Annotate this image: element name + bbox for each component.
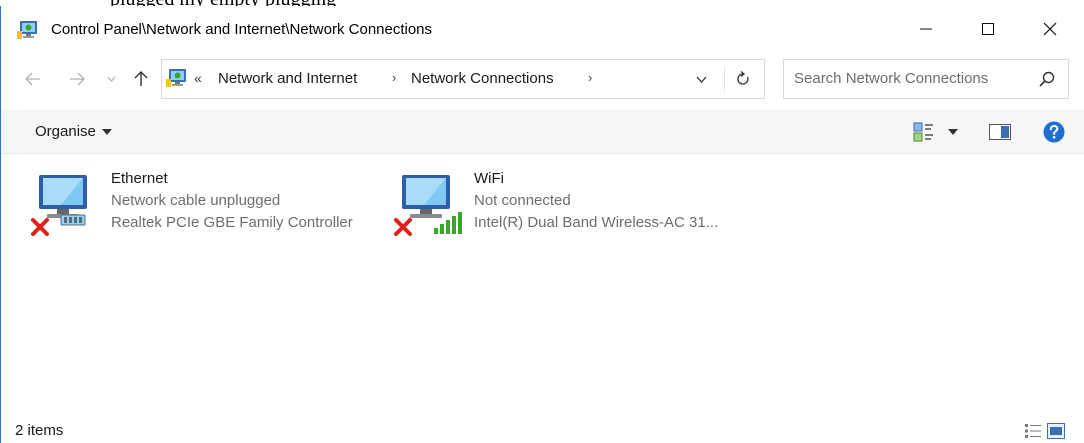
dropdown-arrow-icon: [948, 129, 958, 135]
arrow-left-icon: [25, 72, 40, 86]
item-count: 2 items: [15, 422, 64, 439]
connection-item-wifi[interactable]: WiFi Not connected Intel(R) Dual Band Wi…: [394, 169, 774, 239]
connection-device: Realtek PCIe GBE Family Controller: [111, 214, 353, 231]
breadcrumb-network-connections[interactable]: Network Connections: [411, 70, 554, 87]
close-icon: [1043, 22, 1057, 36]
command-bar: Organise: [1, 110, 1084, 154]
connection-name: Ethernet: [111, 170, 168, 187]
refresh-icon: [736, 71, 749, 85]
refresh-button[interactable]: [724, 66, 760, 92]
maximize-button[interactable]: [957, 6, 1019, 52]
view-dropdown-button[interactable]: [945, 121, 961, 143]
breadcrumb-network-and-internet[interactable]: Network and Internet: [218, 70, 357, 87]
title-bar[interactable]: Control Panel\Network and Internet\Netwo…: [1, 6, 1084, 52]
arrow-right-icon: [70, 72, 85, 86]
connection-status: Network cable unplugged: [111, 192, 281, 209]
minimize-button[interactable]: [895, 6, 957, 52]
organise-menu-button[interactable]: Organise: [35, 123, 112, 140]
change-view-button[interactable]: [911, 121, 937, 143]
search-box[interactable]: Search Network Connections: [783, 59, 1069, 99]
status-bar: 2 items: [1, 415, 1084, 443]
chevron-down-icon: [107, 76, 115, 82]
ethernet-adapter-icon: [31, 175, 87, 236]
breadcrumb-separator[interactable]: ›: [588, 70, 592, 85]
view-options-icon: [913, 122, 933, 142]
navigation-bar: « Network and Internet › Network Connect…: [1, 56, 1084, 102]
chevron-down-icon: [696, 76, 706, 83]
arrow-up-icon: [134, 71, 148, 86]
address-dropdown-button[interactable]: [688, 66, 714, 92]
minimize-icon: [920, 28, 932, 30]
explorer-window: Control Panel\Network and Internet\Netwo…: [0, 6, 1084, 443]
search-input[interactable]: Search Network Connections: [794, 70, 988, 87]
connections-list: Ethernet Network cable unplugged Realtek…: [1, 155, 1084, 413]
details-view-icon[interactable]: [1024, 423, 1042, 439]
organise-label: Organise: [35, 123, 96, 140]
window-title: Control Panel\Network and Internet\Netwo…: [51, 21, 433, 38]
dropdown-arrow-icon: [101, 129, 112, 136]
up-button[interactable]: [127, 65, 155, 93]
connection-status: Not connected: [474, 192, 571, 209]
forward-button[interactable]: [63, 65, 91, 93]
control-panel-network-icon: [166, 69, 186, 87]
address-bar[interactable]: « Network and Internet › Network Connect…: [161, 59, 765, 99]
back-button[interactable]: [19, 65, 47, 93]
help-icon: [1043, 121, 1065, 143]
connection-device: Intel(R) Dual Band Wireless-AC 31...: [474, 214, 719, 231]
breadcrumb-separator[interactable]: ›: [392, 70, 396, 85]
preview-pane-button[interactable]: [987, 121, 1013, 143]
help-button[interactable]: [1041, 121, 1067, 143]
connection-name: WiFi: [474, 170, 504, 187]
wifi-adapter-icon: [394, 175, 462, 236]
search-icon[interactable]: [1038, 70, 1056, 88]
maximize-icon: [982, 23, 994, 35]
control-panel-network-icon: [17, 21, 37, 39]
close-button[interactable]: [1019, 6, 1081, 52]
preview-pane-icon: [989, 124, 1011, 140]
large-icons-view-icon[interactable]: [1047, 423, 1065, 439]
breadcrumb-overflow[interactable]: «: [194, 70, 202, 86]
connection-item-ethernet[interactable]: Ethernet Network cable unplugged Realtek…: [31, 169, 381, 239]
recent-locations-button[interactable]: [101, 65, 121, 93]
